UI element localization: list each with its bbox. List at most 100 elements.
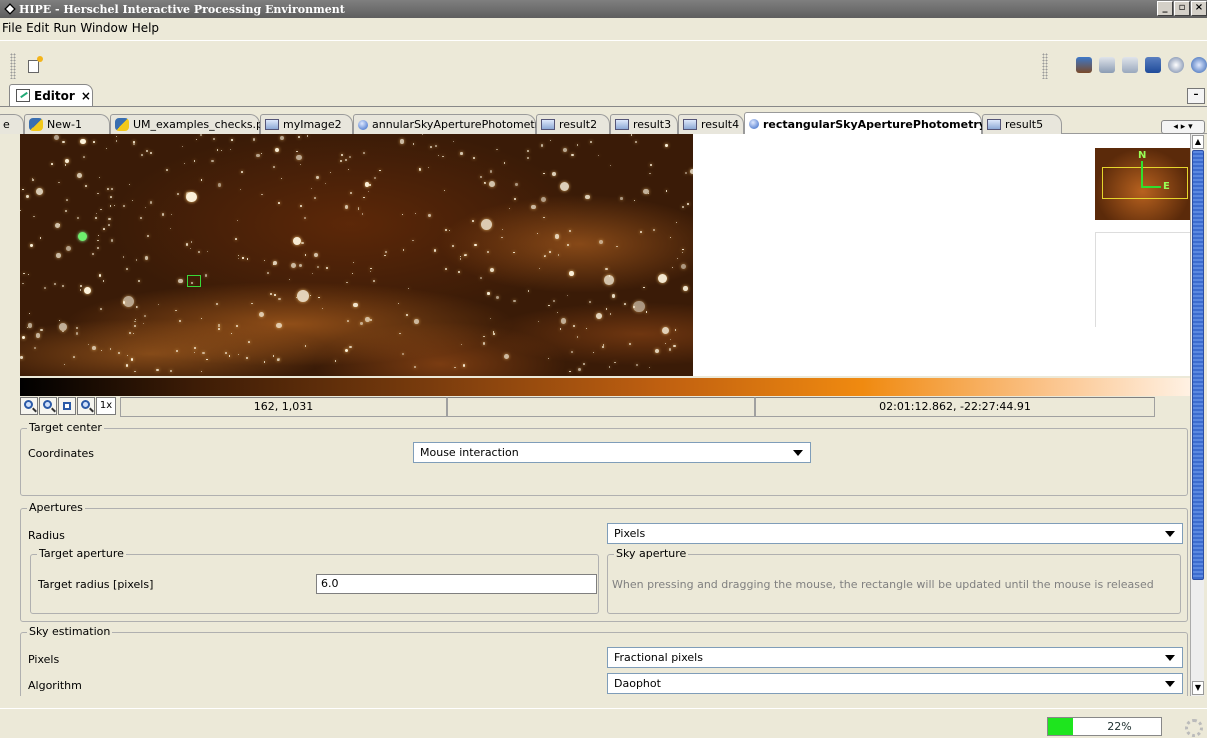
star [58,182,60,184]
tab-result5[interactable]: result5 [982,114,1062,134]
target-radius-input[interactable]: 6.0 [316,574,597,594]
star [134,321,136,323]
star [64,163,67,166]
vertical-scrollbar[interactable]: ▲ ▼ [1190,134,1204,696]
star [655,348,660,353]
tab-annular-sky-aperture[interactable]: annularSkyAperturePhotometry [353,114,546,134]
new-document-icon[interactable] [28,56,43,73]
tab-result4[interactable]: result4 [678,114,744,134]
star [596,313,603,320]
tab-result3[interactable]: result3 [610,114,678,134]
star [443,189,445,191]
star [605,268,608,271]
star [93,141,95,143]
star [161,213,165,216]
overview-thumbnail[interactable]: N E [1095,148,1190,220]
star [643,286,645,289]
star [503,353,509,359]
algorithm-value: Daophot [614,677,661,690]
star [321,307,323,309]
star [301,242,304,245]
star [348,168,350,171]
tab-partial[interactable]: e [0,114,24,134]
scroll-up-icon[interactable]: ▲ [1192,135,1204,149]
menu-window[interactable]: Window [80,21,131,35]
star [569,271,574,276]
sky-pixels-select[interactable]: Fractional pixels [607,647,1183,668]
coordinates-select[interactable]: Mouse interaction [413,442,811,463]
sky-image-canvas[interactable] [20,134,693,376]
target-marker [78,232,87,241]
star [138,279,141,283]
close-icon[interactable]: × [81,89,91,103]
overview-blank-panel [1095,232,1190,327]
star [588,300,592,304]
perspective-analysis-icon[interactable] [1168,57,1184,73]
star [290,263,296,269]
star [397,303,399,305]
sky-estimation-group: Sky estimation Pixels Fractional pixels … [20,625,1188,696]
star [109,348,112,351]
menu-edit[interactable]: Edit [26,21,53,35]
maximize-button[interactable]: ▫ [1174,1,1190,16]
star [489,317,492,320]
tab-um-examples[interactable]: UM_examples_checks.py [110,114,270,134]
zoom-search-icon[interactable] [1191,57,1207,73]
welcome-home-icon[interactable] [1076,57,1092,73]
star [486,250,490,254]
star [428,167,430,169]
star [106,188,109,191]
scrollbar-thumb[interactable] [1192,150,1204,580]
star [51,163,53,165]
editor-view-tab[interactable]: Editor × [9,84,93,106]
star [99,308,102,310]
tab-result2[interactable]: result2 [536,114,610,134]
image-icon [683,119,697,130]
star [143,315,147,318]
toolbar-grip[interactable] [10,53,16,79]
editor-tabs: e New-1 UM_examples_checks.py myImage2 a… [0,112,1207,135]
star [149,201,153,204]
star [125,364,129,367]
sky-rectangle-selection[interactable] [187,275,201,287]
minimize-view-button[interactable]: – [1187,88,1205,104]
tab-myimage2[interactable]: myImage2 [260,114,353,134]
tab-new-1[interactable]: New-1 [24,114,110,134]
radius-unit-select[interactable]: Pixels [607,523,1183,544]
zoom-fit-button[interactable] [58,397,76,415]
star [221,149,223,152]
overview-viewport-box[interactable] [1102,167,1188,199]
zoom-in-button[interactable] [20,397,38,415]
scroll-down-icon[interactable]: ▼ [1192,681,1204,695]
toolbar-grip-right[interactable] [1042,53,1048,79]
perspective-editor-icon[interactable] [1145,57,1161,73]
star [80,138,86,145]
menu-file[interactable]: File [2,21,26,35]
star [65,245,72,252]
perspective-data-icon[interactable] [1122,57,1138,73]
star [556,311,559,314]
star [224,351,227,354]
perspective-work-icon[interactable] [1099,57,1115,73]
close-button[interactable]: × [1191,1,1207,16]
tab-rectangular-sky-aperture[interactable]: rectangularSkyAperturePhotometry × [744,112,1000,135]
minimize-button[interactable]: _ [1157,1,1173,16]
star [311,273,313,275]
star [30,244,33,247]
star [609,313,612,315]
zoom-reset-button[interactable] [77,397,95,415]
star [649,366,651,368]
tab-list-menu[interactable]: ◂ ▸ ▾ [1161,120,1205,134]
star [126,354,129,357]
zoom-fit-icon [63,402,71,410]
zoom-out-button[interactable] [39,397,57,415]
algorithm-select[interactable]: Daophot [607,673,1183,694]
star [540,196,547,203]
star [645,310,648,313]
menu-help[interactable]: Help [132,21,163,35]
star [464,254,467,257]
title-bar: HIPE - Herschel Interactive Processing E… [0,0,1207,18]
menu-run[interactable]: Run [53,21,80,35]
star [303,217,306,220]
star [550,139,552,141]
